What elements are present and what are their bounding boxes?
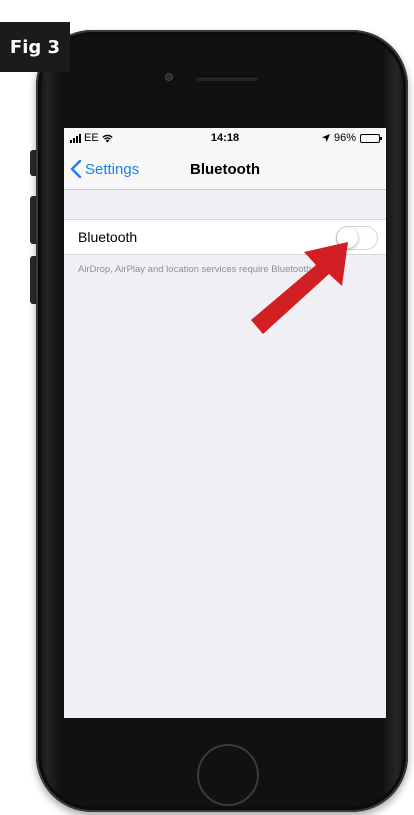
phone-screen: EE 14:18 96% Settings Bluetooth Bluetoot… — [64, 128, 386, 718]
front-camera — [166, 74, 172, 80]
figure-label: Fig 3 — [0, 22, 70, 72]
location-arrow-icon — [321, 134, 330, 142]
battery-percent: 96% — [333, 132, 356, 144]
bluetooth-footnote: AirDrop, AirPlay and location services r… — [78, 264, 315, 275]
page-title: Bluetooth — [190, 160, 260, 178]
toggle-knob — [337, 227, 358, 248]
bluetooth-toggle[interactable] — [336, 226, 378, 250]
home-button[interactable] — [197, 744, 259, 806]
earpiece-speaker — [196, 76, 258, 81]
bluetooth-row-label: Bluetooth — [78, 229, 138, 245]
navigation-bar: Settings Bluetooth — [64, 148, 386, 190]
bluetooth-row: Bluetooth — [64, 219, 386, 255]
status-bar: EE 14:18 96% — [64, 128, 386, 148]
battery-icon — [360, 133, 382, 143]
